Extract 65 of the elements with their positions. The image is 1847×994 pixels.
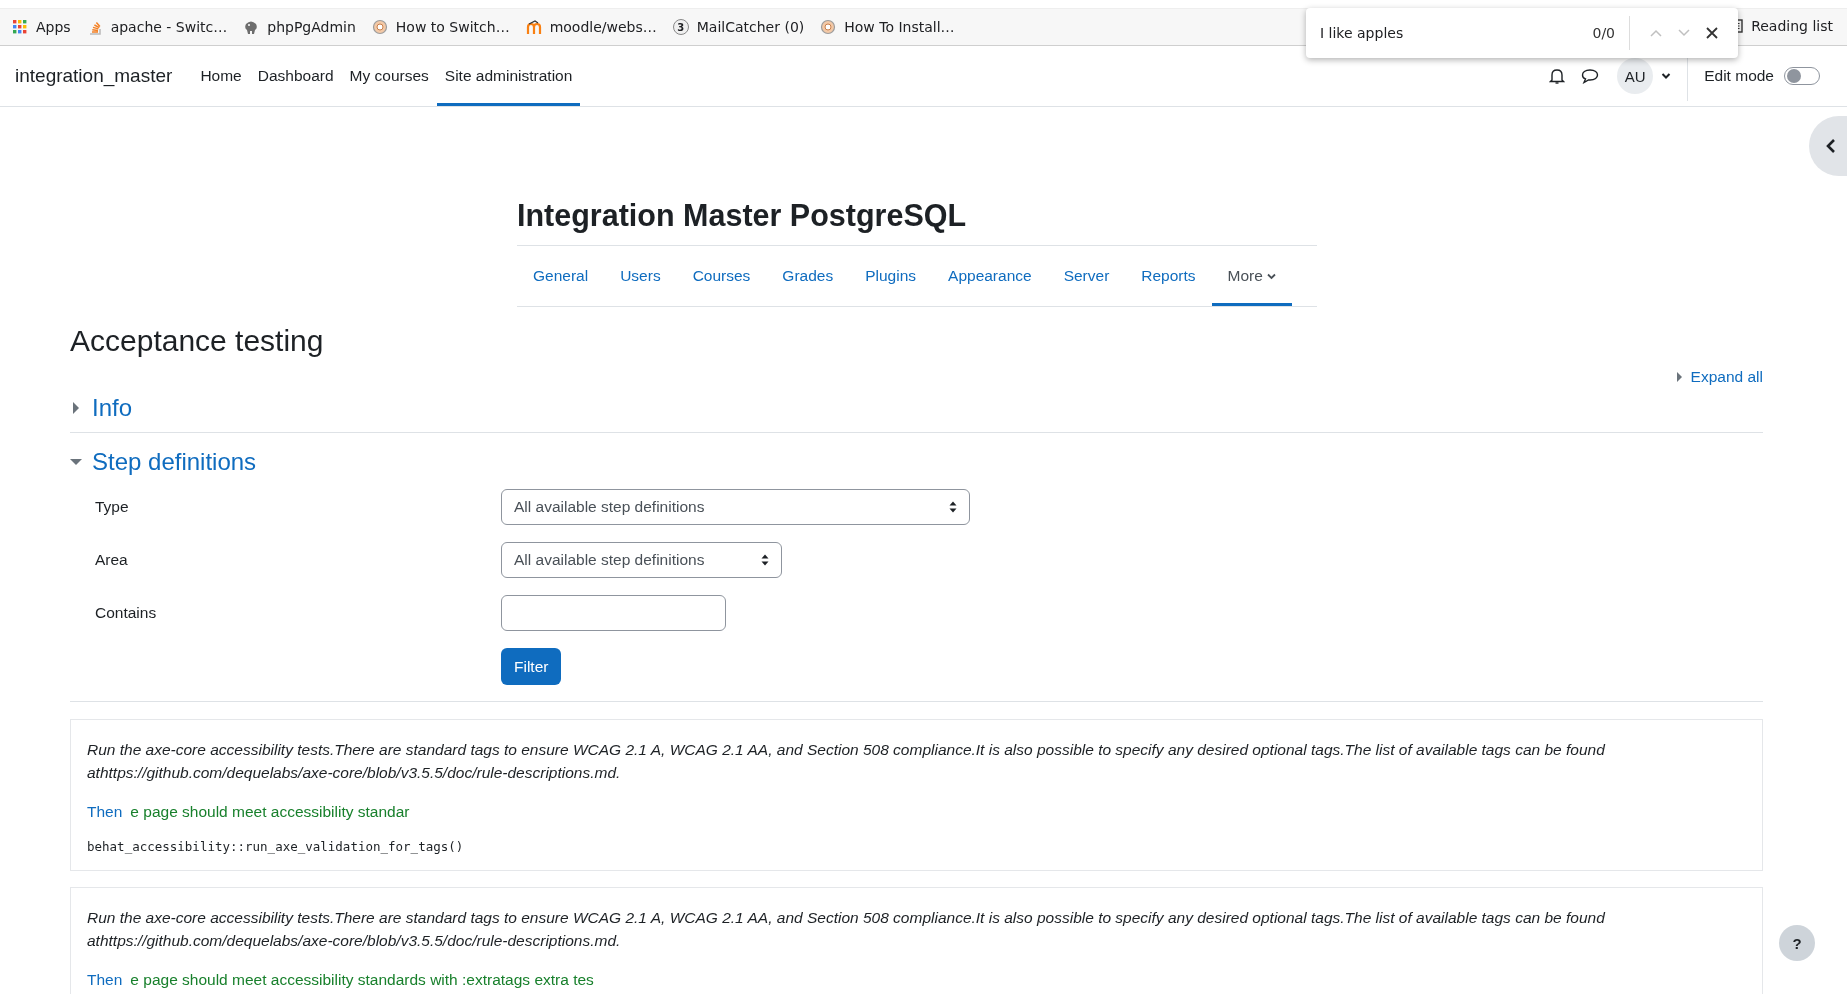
nav-link[interactable]: Dashboard	[249, 46, 342, 106]
field-label: Type	[94, 498, 130, 516]
sort-arrows-icon	[761, 554, 769, 566]
elephant-icon	[243, 19, 260, 35]
nav-link[interactable]: My courses	[341, 46, 437, 106]
nav-tab[interactable]: Grades	[766, 246, 850, 306]
bookmark-link[interactable]: phpPgAdmin	[243, 19, 356, 35]
chevron-up-icon	[1650, 29, 1662, 37]
nav-link[interactable]: Home	[192, 46, 250, 106]
nav-tab[interactable]: Server	[1047, 246, 1126, 306]
dropdown-select[interactable]: All available step definitions	[501, 489, 970, 525]
bookmark-link[interactable]: apache - Switc…	[86, 19, 228, 35]
section-toggle-link[interactable]: Info	[70, 392, 1763, 424]
edit-mode-label: Edit mode	[1704, 67, 1774, 85]
chevron-down-icon	[1678, 29, 1690, 37]
user-menu-button[interactable]: AU	[1613, 58, 1676, 94]
bookmark-link[interactable]: moodle/webs…	[525, 19, 657, 35]
caret-icon	[1266, 272, 1276, 280]
match-count: 0/0	[1592, 25, 1615, 41]
nav-tab[interactable]: Users	[604, 246, 677, 306]
nav-tab[interactable]: Appearance	[932, 246, 1048, 306]
globe-icon	[371, 19, 388, 35]
field-label: Area	[94, 551, 129, 569]
field-label: Contains	[94, 604, 158, 622]
close-icon	[1706, 27, 1718, 39]
globe-icon	[820, 19, 837, 35]
avatar-initials: AU	[1617, 58, 1654, 94]
step-description: Run the axe-core accessibility tests.There are standard tags to ensure WCAG 2.1 A, WCAG 2.1 AA, and Section 508 compliance.It is also possible to specify any desired optional tags.The list of available tags can be found athttps://github.com/dequelabs/axe-core/blob/v3.5.5/doc/rule-descriptions.md.	[87, 908, 1607, 951]
bookmark-link[interactable]: Apps	[12, 19, 71, 35]
speech-bubble-icon	[1581, 68, 1600, 84]
caret-right-icon	[1675, 372, 1683, 382]
nav-link[interactable]: Site administration	[436, 46, 581, 106]
bookmark-link[interactable]: 3 MailCatcher (0)	[672, 19, 805, 35]
site-name-link[interactable]: integration_master	[15, 46, 173, 106]
badge-icon: 3	[672, 19, 689, 35]
help-button[interactable]: ?	[1779, 925, 1815, 961]
sort-arrows-icon	[949, 501, 957, 513]
step-text: e page should meet accessibility standar	[130, 803, 410, 821]
step-description: Run the axe-core accessibility tests.There are standard tags to ensure WCAG 2.1 A, WCAG 2.1 AA, and Section 508 compliance.It is also possible to specify any desired optional tags.The list of available tags can be found athttps://github.com/dequelabs/axe-core/blob/v3.5.5/doc/rule-descriptions.md.	[87, 740, 1607, 783]
nav-tab[interactable]: General	[517, 246, 605, 306]
step-keyword: Then	[87, 971, 123, 989]
grid-icon	[12, 19, 28, 35]
nav-tab[interactable]: Courses	[676, 246, 767, 306]
bookmark-link[interactable]: How To Install…	[820, 19, 955, 35]
bookmark-link[interactable]: How to Switch…	[371, 19, 510, 35]
caret-down-icon	[70, 456, 82, 468]
section-toggle-link[interactable]: Step definitions	[70, 446, 1763, 478]
step-function-code: behat_accessibility::run_axe_validation_for_tags()	[87, 839, 464, 854]
page-title: Integration Master PostgreSQL	[517, 197, 968, 233]
expand-all-link[interactable]: Expand all	[1675, 367, 1763, 387]
page-heading: Acceptance testing	[70, 323, 325, 359]
more-menu-tab[interactable]: More	[1211, 246, 1292, 306]
caret-icon	[1661, 72, 1672, 80]
chevron-left-icon	[1825, 138, 1837, 154]
step-text: e page should meet accessibility standards with :extratags extra tes	[130, 971, 594, 989]
drawer-toggle-button[interactable]	[1809, 116, 1847, 176]
text-input-field[interactable]	[501, 595, 726, 631]
step-keyword: Then	[87, 803, 123, 821]
bell-icon	[1549, 67, 1566, 85]
caret-right-icon	[70, 402, 82, 414]
dropdown-select[interactable]: All available step definitions	[501, 542, 782, 578]
nav-tab[interactable]: Reports	[1125, 246, 1212, 306]
nav-tab[interactable]: Plugins	[849, 246, 933, 306]
letter-m-icon	[525, 19, 542, 35]
filter-button[interactable]: Filter	[501, 648, 562, 685]
